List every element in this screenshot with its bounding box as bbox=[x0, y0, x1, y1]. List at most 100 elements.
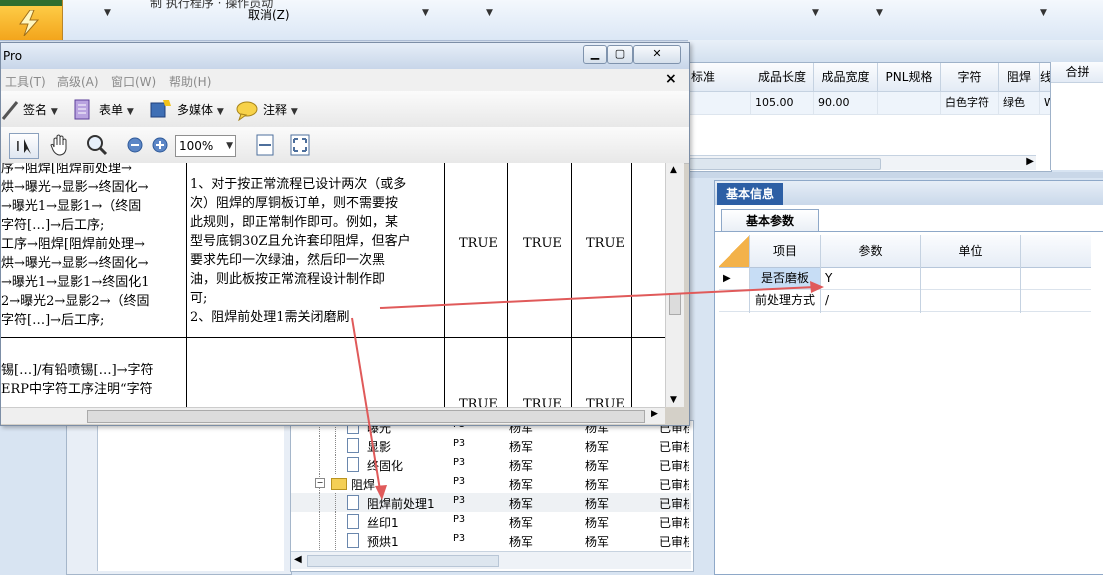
tree-cell-name: 显影 bbox=[367, 440, 392, 454]
pdf-reader-window: Pro ▁ ▢ ✕ 工具(T) 高级(A) 窗口(W) 帮助(H) × 签名 ▼… bbox=[0, 42, 690, 426]
table-row[interactable]: ▶ 是否磨板 Y bbox=[719, 268, 1091, 290]
tree-row[interactable]: 预烘1 P3 杨军 杨军 已审核 bbox=[291, 531, 691, 550]
grid-header[interactable]: 成品长度 bbox=[751, 63, 814, 92]
column-header-unit[interactable]: 单位 bbox=[921, 235, 1021, 267]
zoom-level-input[interactable]: 100% ▼ bbox=[175, 135, 236, 157]
select-all-corner[interactable] bbox=[719, 235, 750, 267]
horizontal-scrollbar[interactable]: ◀ bbox=[291, 551, 691, 569]
grid-cell[interactable] bbox=[689, 92, 751, 115]
table-row[interactable]: 前处理方式 / bbox=[719, 290, 1091, 312]
menu-window[interactable]: 窗口(W) bbox=[111, 73, 156, 90]
cell-item[interactable]: 是否磨板 bbox=[750, 268, 820, 289]
cancel-label[interactable]: 取消(Z) bbox=[248, 6, 290, 23]
cell-param[interactable]: / bbox=[825, 290, 829, 311]
fit-width-icon[interactable] bbox=[255, 133, 275, 157]
grid-header[interactable]: 字符 bbox=[941, 63, 999, 92]
grid-header[interactable]: PNL规格 bbox=[878, 63, 941, 92]
scroll-thumb[interactable] bbox=[669, 293, 681, 315]
scroll-left-icon[interactable]: ◀ bbox=[294, 554, 302, 565]
tree-cell-c1: 杨军 bbox=[509, 440, 534, 454]
grid-header[interactable]: 成品宽度 bbox=[814, 63, 878, 92]
scroll-thumb[interactable] bbox=[307, 555, 499, 567]
sign-button[interactable]: 签名 ▼ bbox=[23, 99, 58, 121]
scroll-down-icon[interactable]: ▼ bbox=[670, 395, 677, 405]
multimedia-button[interactable]: 多媒体 ▼ bbox=[177, 99, 224, 121]
column-header-param[interactable]: 参数 bbox=[821, 235, 921, 267]
tree-row[interactable]: 阻焊前处理1 P3 杨军 杨军 已审核 bbox=[291, 493, 691, 512]
minimize-button[interactable]: ▁ bbox=[583, 45, 607, 64]
dropdown-arrow-icon: ▼ bbox=[290, 107, 298, 117]
collapse-icon[interactable]: − bbox=[315, 478, 325, 488]
dropdown-arrow-icon[interactable]: ▼ bbox=[104, 8, 111, 18]
grid-cell[interactable]: 90.00 bbox=[814, 92, 878, 115]
tree-row[interactable]: 丝印1 P3 杨军 杨军 已审核 bbox=[291, 512, 691, 531]
grid-cell[interactable] bbox=[878, 92, 941, 115]
left-panel bbox=[66, 415, 292, 575]
comment-button[interactable]: 注释 ▼ bbox=[263, 99, 298, 121]
app-logo[interactable] bbox=[0, 0, 63, 40]
doc-text: 烘→曝光→显影→终固化→ bbox=[1, 256, 149, 271]
close-doc-icon[interactable]: × bbox=[665, 71, 677, 87]
tree-row[interactable]: 显影 P3 杨军 杨军 已审核 bbox=[291, 436, 691, 455]
scroll-right-icon[interactable]: ▶ bbox=[1026, 156, 1034, 167]
tree-connector bbox=[319, 531, 321, 550]
tab-basic-params[interactable]: 基本参数 bbox=[721, 209, 819, 232]
col-line bbox=[1020, 267, 1021, 313]
tree-row[interactable]: 终固化 P3 杨军 杨军 已审核 bbox=[291, 455, 691, 474]
document-icon bbox=[347, 495, 359, 510]
grid-cell[interactable]: 绿色 bbox=[999, 92, 1040, 115]
splitter[interactable] bbox=[688, 172, 1103, 178]
grid-header[interactable]: 阻焊 bbox=[999, 63, 1040, 92]
scroll-thumb[interactable] bbox=[689, 158, 881, 170]
form-label: 表单 bbox=[99, 103, 124, 117]
grid-cell[interactable]: 白色字符 bbox=[941, 92, 999, 115]
text-cursor-icon: I bbox=[16, 139, 31, 155]
tree-connector bbox=[335, 493, 337, 512]
tab-basic-info[interactable]: 基本信息 bbox=[717, 183, 783, 205]
left-panel-content bbox=[97, 419, 284, 571]
pdf-toolbar-tasks: 签名 ▼ 表单 ▼ 多媒体 ▼ 注释 ▼ bbox=[1, 91, 689, 128]
horizontal-scrollbar[interactable]: ▶ bbox=[1, 407, 665, 424]
pdf-titlebar[interactable]: Pro ▁ ▢ ✕ bbox=[1, 43, 689, 69]
horizontal-scrollbar[interactable]: ▶ bbox=[688, 155, 1036, 170]
menu-tools[interactable]: 工具(T) bbox=[5, 73, 46, 90]
tree-cell-c2: 杨军 bbox=[585, 497, 610, 511]
close-button[interactable]: ✕ bbox=[633, 45, 681, 64]
dropdown-arrow-icon[interactable]: ▼ bbox=[876, 8, 883, 18]
dropdown-arrow-icon[interactable]: ▼ bbox=[422, 8, 429, 18]
standard-header[interactable]: 标准 bbox=[689, 63, 752, 92]
toolbar-band bbox=[688, 40, 1103, 63]
multimedia-label: 多媒体 bbox=[177, 103, 214, 117]
vertical-scrollbar[interactable]: ▲ ▼ bbox=[665, 163, 684, 407]
dropdown-arrow-icon[interactable]: ▼ bbox=[486, 8, 493, 18]
menu-help[interactable]: 帮助(H) bbox=[169, 73, 211, 90]
doc-text: ERP中字符工序注明“字符 bbox=[1, 382, 153, 397]
zoom-tool-icon[interactable] bbox=[85, 133, 109, 157]
fit-page-icon[interactable] bbox=[289, 133, 311, 157]
menu-advanced[interactable]: 高级(A) bbox=[57, 73, 99, 90]
column-header-item[interactable]: 项目 bbox=[750, 235, 821, 267]
cell-item[interactable]: 前处理方式 bbox=[750, 290, 820, 311]
hand-icon[interactable] bbox=[49, 133, 71, 157]
document-icon bbox=[347, 533, 359, 548]
maximize-button[interactable]: ▢ bbox=[607, 45, 633, 64]
dropdown-arrow-icon: ▼ bbox=[216, 107, 224, 117]
tree-row[interactable]: − 阻焊 P3 杨军 杨军 已审核 bbox=[291, 474, 691, 493]
scroll-right-icon[interactable]: ▶ bbox=[651, 409, 658, 419]
select-text-button[interactable]: I bbox=[9, 133, 39, 159]
tree-cell-status: 已审核 bbox=[659, 440, 689, 454]
zoom-in-icon[interactable] bbox=[152, 137, 168, 153]
dropdown-arrow-icon[interactable]: ▼ bbox=[812, 8, 819, 18]
scroll-thumb[interactable] bbox=[87, 410, 645, 423]
zoom-out-icon[interactable] bbox=[127, 137, 143, 153]
scroll-up-icon[interactable]: ▲ bbox=[670, 165, 677, 175]
svg-text:I: I bbox=[16, 140, 20, 155]
form-button[interactable]: 表单 ▼ bbox=[99, 99, 134, 121]
tree-cell-name: 丝印1 bbox=[367, 516, 399, 530]
dropdown-arrow-icon[interactable]: ▼ bbox=[1040, 8, 1047, 18]
merge-header[interactable]: 合拼 bbox=[1051, 62, 1103, 83]
cell-param[interactable]: Y bbox=[825, 268, 832, 289]
bool-cell: TRUE bbox=[523, 397, 562, 407]
tree-cell-c1: 杨军 bbox=[509, 535, 534, 549]
grid-cell[interactable]: 105.00 bbox=[751, 92, 814, 115]
